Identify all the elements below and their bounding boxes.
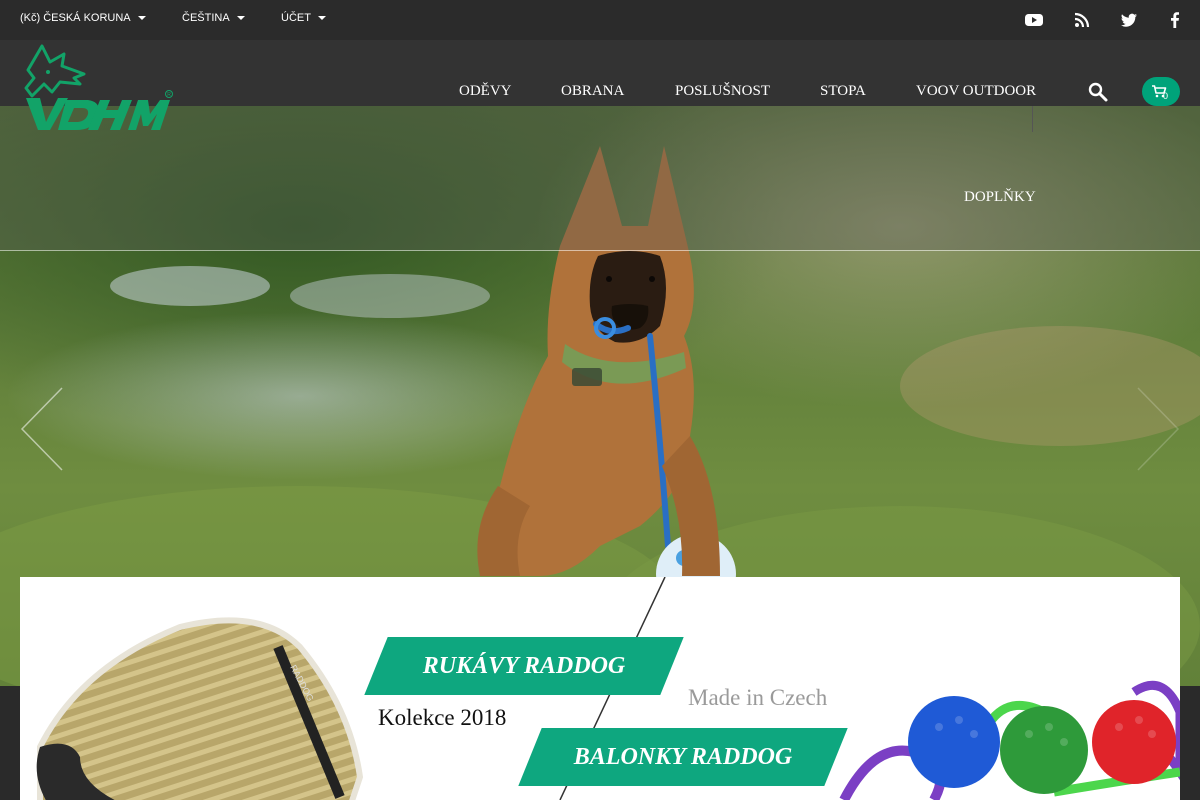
nav-item-stopa[interactable]: STOPA xyxy=(820,83,866,100)
search-icon[interactable] xyxy=(1087,81,1109,103)
tag-rukavy-raddog[interactable]: RUKÁVY RADDOG xyxy=(364,637,684,695)
nav-item-poslusnost[interactable]: POSLUŠNOST xyxy=(675,83,770,100)
bite-sleeve-image: RADDOG xyxy=(36,617,364,800)
tag-balonky-label: BALONKY RADDOG xyxy=(573,743,793,770)
balls-product-image xyxy=(839,680,1180,800)
currency-label: (Kč) ČESKÁ KORUNA xyxy=(20,12,131,24)
nav-item-odevy[interactable]: ODĚVY xyxy=(459,83,512,100)
facebook-icon[interactable] xyxy=(1165,10,1185,30)
collection-label: Kolekce 2018 xyxy=(378,705,507,730)
nav-item-voov-outdoor[interactable]: VOOV OUTDOOR xyxy=(916,83,1036,100)
vdhm-logo[interactable]: R xyxy=(22,44,178,134)
top-utility-bar: (Kč) ČESKÁ KORUNA ČEŠTINA ÚČET xyxy=(0,0,1200,40)
language-dropdown[interactable]: ČEŠTINA xyxy=(182,12,245,24)
submenu-panel xyxy=(0,106,1200,250)
slider-prev-arrow-icon[interactable] xyxy=(20,386,64,472)
youtube-icon[interactable] xyxy=(1024,10,1044,30)
twitter-icon[interactable] xyxy=(1119,10,1139,30)
slider-next-arrow-icon[interactable] xyxy=(1136,386,1180,472)
made-in-label: Made in Czech xyxy=(688,685,828,710)
nav-item-doplnky[interactable]: DOPLŇKY xyxy=(964,189,1036,206)
account-dropdown[interactable]: ÚČET xyxy=(281,12,326,24)
left-edge-shade xyxy=(0,686,20,800)
caret-down-icon xyxy=(236,16,245,21)
currency-dropdown[interactable]: (Kč) ČESKÁ KORUNA xyxy=(20,12,146,24)
caret-down-icon xyxy=(317,16,326,21)
tag-balonky-raddog[interactable]: BALONKY RADDOG xyxy=(518,728,848,786)
rss-icon[interactable] xyxy=(1072,10,1092,30)
cart-count: 0 xyxy=(1163,91,1169,101)
caret-down-icon xyxy=(137,16,146,21)
tag-rukavy-label: RUKÁVY RADDOG xyxy=(422,652,626,679)
nav-item-obrana[interactable]: OBRANA xyxy=(561,83,624,100)
right-edge-shade xyxy=(1180,686,1200,800)
cart-button[interactable]: 0 xyxy=(1142,77,1180,106)
language-label: ČEŠTINA xyxy=(182,12,230,24)
account-label: ÚČET xyxy=(281,12,311,24)
nav-divider xyxy=(1032,106,1033,132)
promo-banner[interactable]: RADDOG RUKÁVY RADDOG Kolekce 2018 Made i… xyxy=(20,577,1180,800)
svg-text:R: R xyxy=(167,92,171,98)
submenu-divider xyxy=(0,250,1200,251)
